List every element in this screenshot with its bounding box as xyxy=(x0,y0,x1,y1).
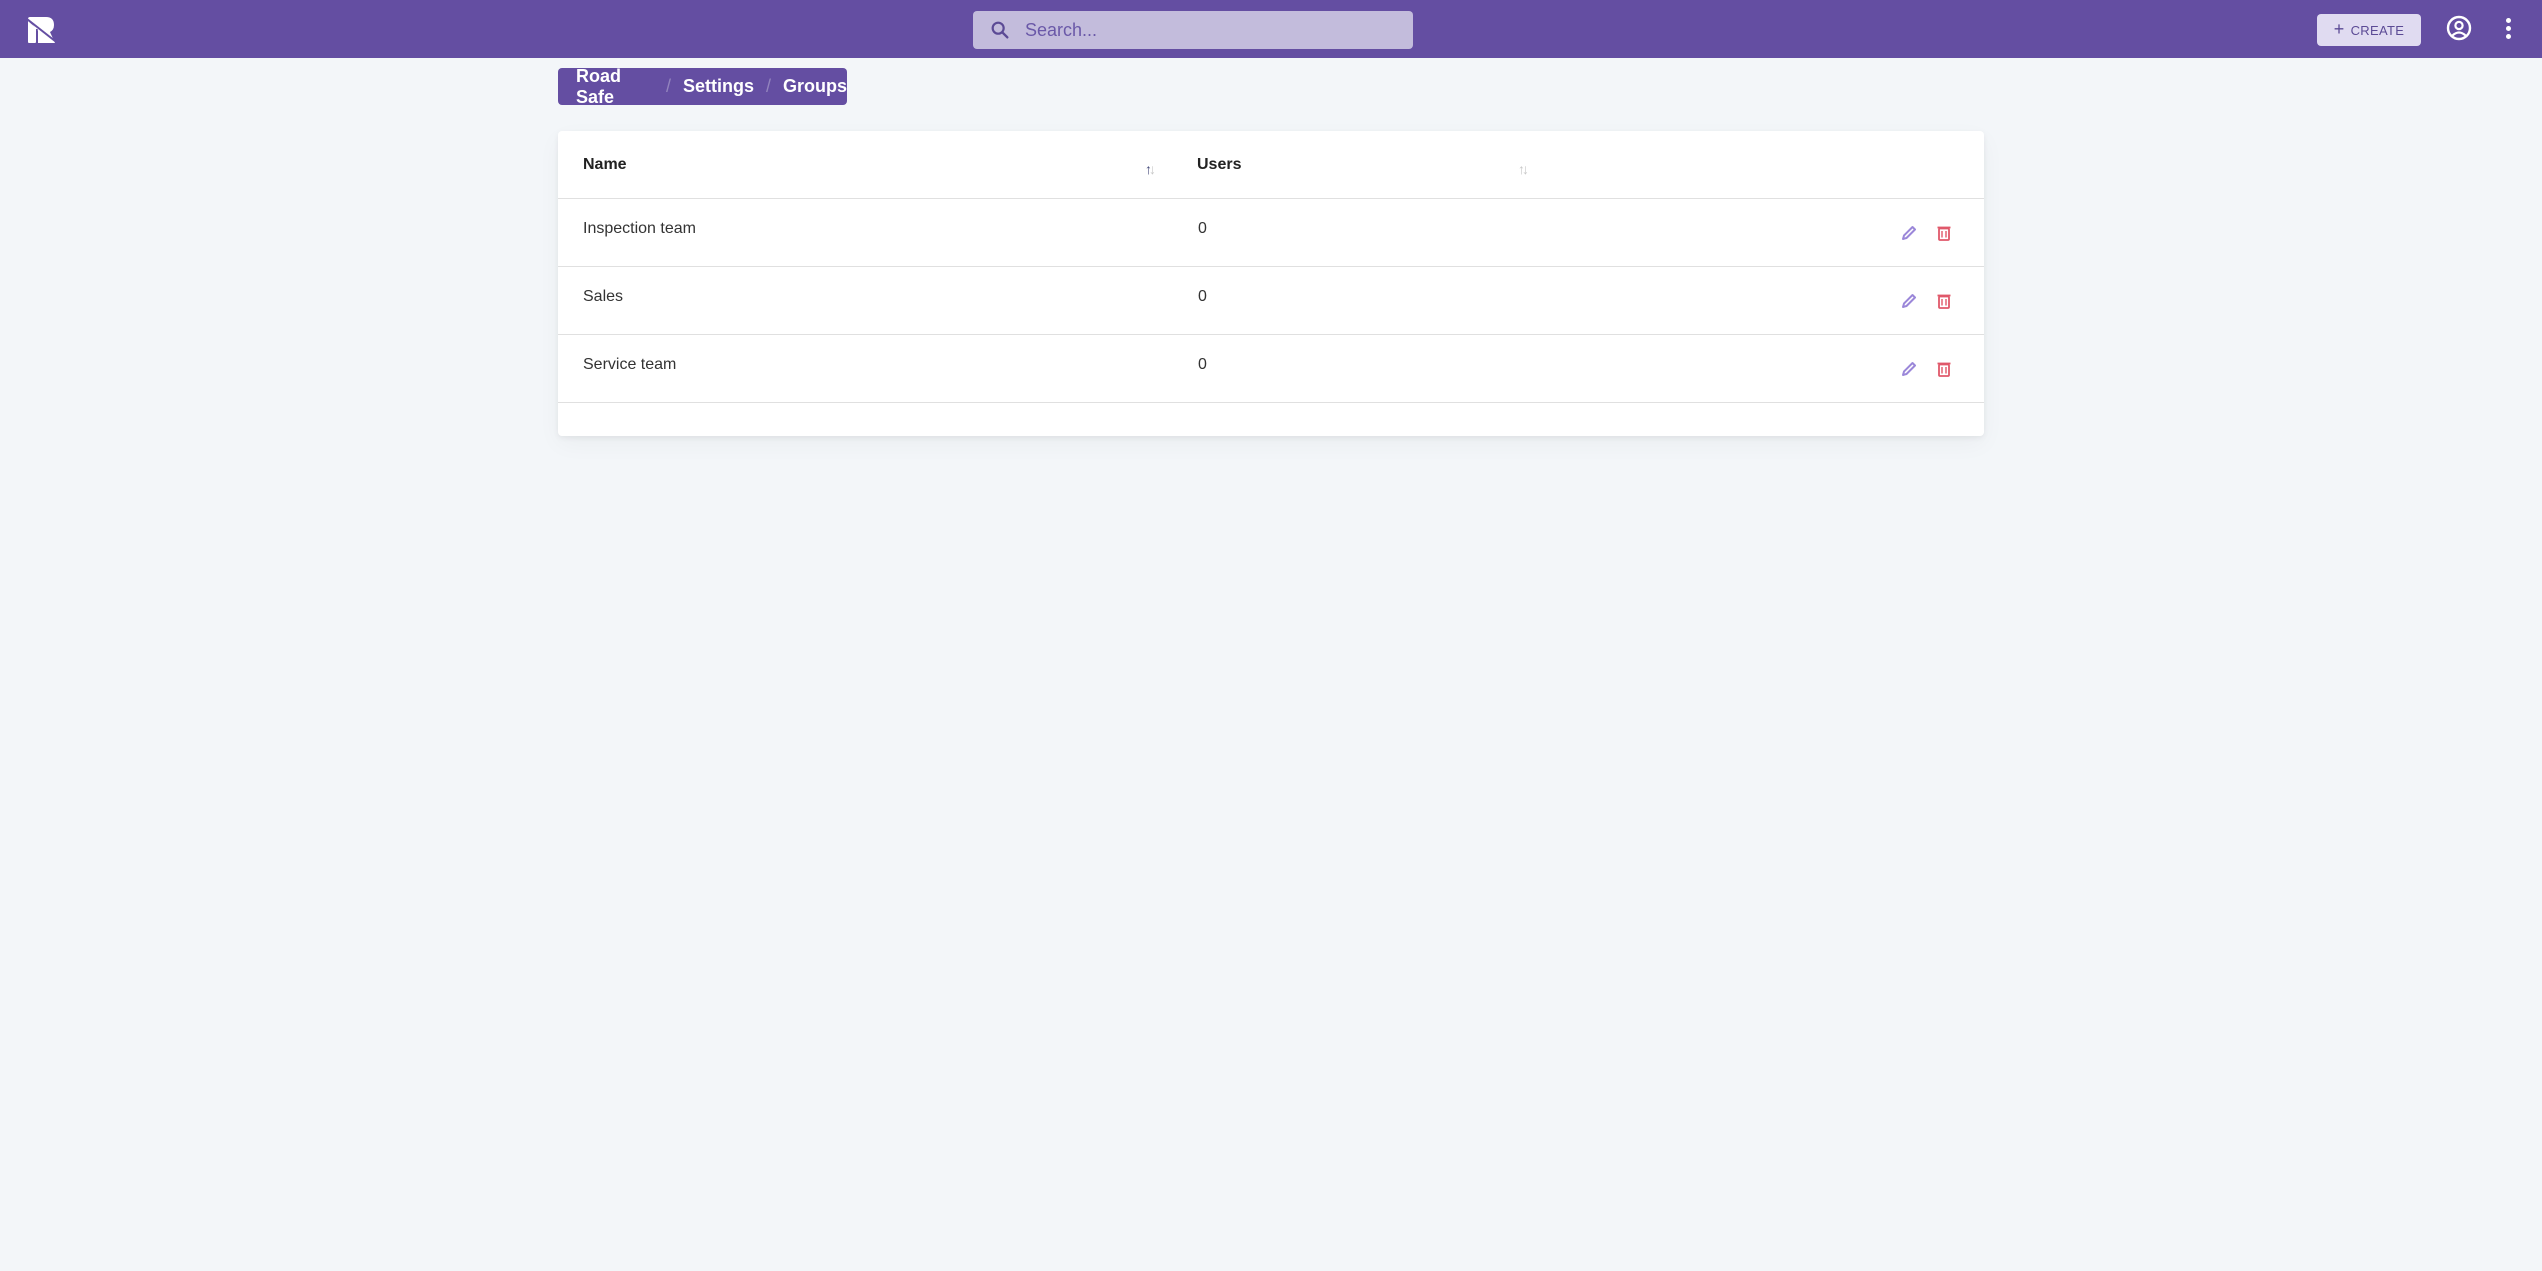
search-input[interactable] xyxy=(1025,11,1395,49)
plus-icon: + xyxy=(2333,19,2345,39)
group-users-count: 0 xyxy=(1198,220,1207,237)
search-box[interactable] xyxy=(973,11,1413,49)
create-button[interactable]: + CREATE xyxy=(2317,14,2421,46)
account-circle-icon[interactable] xyxy=(2446,15,2472,41)
sort-icon[interactable]: ↑↓ xyxy=(1518,161,1529,177)
group-users-count: 0 xyxy=(1198,288,1207,305)
group-name: Inspection team xyxy=(583,220,696,237)
breadcrumb: Road Safe / Settings / Groups xyxy=(558,66,847,108)
trash-icon xyxy=(1937,294,1951,309)
edit-button[interactable] xyxy=(1899,223,1919,243)
breadcrumb-item-road-safe[interactable]: Road Safe xyxy=(576,66,654,108)
edit-button[interactable] xyxy=(1899,291,1919,311)
app-logo-icon[interactable] xyxy=(26,15,56,45)
column-header-users[interactable]: Users xyxy=(1197,131,1241,199)
table-row[interactable]: Inspection team 0 xyxy=(558,199,1984,267)
more-vert-icon[interactable] xyxy=(2498,15,2518,41)
group-name: Service team xyxy=(583,356,677,373)
group-users-count: 0 xyxy=(1198,356,1207,373)
table-header: Name ↑↓ Users ↑↓ xyxy=(558,131,1984,199)
breadcrumb-item-settings[interactable]: Settings xyxy=(683,76,754,97)
delete-button[interactable] xyxy=(1934,223,1954,243)
delete-button[interactable] xyxy=(1934,291,1954,311)
breadcrumb-item-groups[interactable]: Groups xyxy=(783,76,847,97)
trash-icon xyxy=(1937,362,1951,377)
table-row[interactable]: Sales 0 xyxy=(558,267,1984,335)
delete-button[interactable] xyxy=(1934,359,1954,379)
search-icon xyxy=(991,21,1009,39)
trash-icon xyxy=(1937,226,1951,241)
app-bar: + CREATE xyxy=(0,0,2542,58)
pencil-icon xyxy=(1902,226,1916,240)
table-row[interactable]: Service team 0 xyxy=(558,335,1984,403)
pencil-icon xyxy=(1902,294,1916,308)
column-header-name[interactable]: Name xyxy=(583,131,627,199)
breadcrumb-separator: / xyxy=(665,76,671,96)
edit-button[interactable] xyxy=(1899,359,1919,379)
groups-table: Name ↑↓ Users ↑↓ Inspection team 0 Sales… xyxy=(558,131,1984,436)
create-button-label: CREATE xyxy=(2350,22,2405,38)
sort-icon[interactable]: ↑↓ xyxy=(1145,161,1156,177)
group-name: Sales xyxy=(583,288,624,305)
breadcrumb-separator: / xyxy=(765,76,771,96)
pencil-icon xyxy=(1902,362,1916,376)
